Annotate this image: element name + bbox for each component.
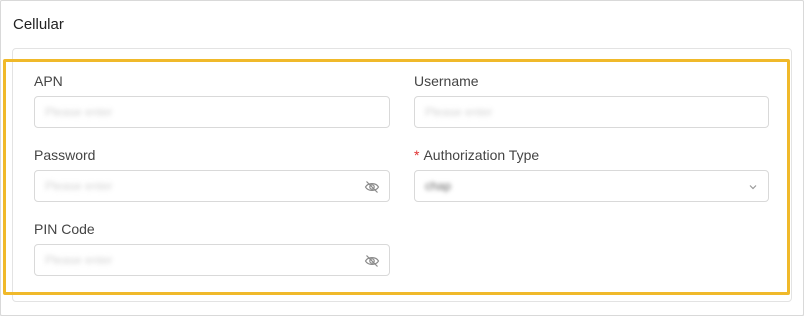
password-placeholder: Please enter	[45, 179, 113, 193]
chevron-down-icon[interactable]	[748, 182, 758, 192]
eye-off-icon[interactable]	[364, 253, 380, 269]
auth-type-value: chap	[425, 179, 452, 193]
username-placeholder: Please enter	[425, 105, 493, 119]
password-label: Password	[34, 147, 96, 163]
pin-code-label: PIN Code	[34, 221, 95, 237]
username-input[interactable]: Please enter	[414, 96, 769, 128]
username-label: Username	[414, 73, 479, 89]
apn-input[interactable]: Please enter	[34, 96, 390, 128]
apn-label: APN	[34, 73, 63, 89]
auth-type-select[interactable]: chap	[414, 170, 769, 202]
auth-type-label: * Authorization Type	[414, 147, 539, 163]
auth-type-label-text: Authorization Type	[423, 147, 540, 163]
section-title: Cellular	[13, 16, 64, 33]
apn-placeholder: Please enter	[45, 105, 113, 119]
pin-code-input[interactable]: Please enter	[34, 244, 390, 276]
pin-code-placeholder: Please enter	[45, 253, 113, 267]
eye-off-icon[interactable]	[364, 179, 380, 195]
required-mark: *	[414, 147, 420, 163]
password-input[interactable]: Please enter	[34, 170, 390, 202]
